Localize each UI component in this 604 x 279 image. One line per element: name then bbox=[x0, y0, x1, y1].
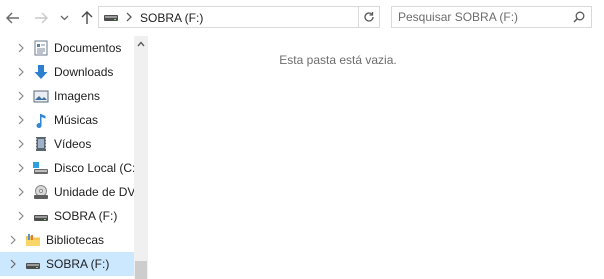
breadcrumb-separator-icon[interactable] bbox=[125, 12, 133, 22]
chevron-up-icon bbox=[137, 41, 145, 47]
local-disk-icon bbox=[33, 162, 48, 174]
scroll-up-button[interactable] bbox=[134, 36, 148, 52]
dvd-drive-icon bbox=[34, 185, 48, 199]
nav-item-label: SOBRA (F:) bbox=[46, 257, 110, 271]
chevron-right-icon[interactable] bbox=[16, 139, 26, 149]
refresh-icon bbox=[364, 12, 374, 22]
nav-item-disco-local[interactable]: Disco Local (C: bbox=[0, 156, 134, 180]
chevron-right-icon[interactable] bbox=[16, 43, 26, 53]
downloads-icon bbox=[34, 65, 48, 79]
chevron-right-icon[interactable] bbox=[16, 67, 26, 77]
arrow-right-icon bbox=[35, 12, 48, 24]
chevron-right-icon[interactable] bbox=[16, 163, 26, 173]
recent-locations-button[interactable] bbox=[57, 9, 71, 27]
usb-drive-icon bbox=[26, 263, 40, 269]
chevron-right-icon[interactable] bbox=[8, 259, 18, 269]
nav-item-bibliotecas[interactable]: Bibliotecas bbox=[0, 228, 134, 252]
libraries-icon bbox=[26, 234, 40, 246]
music-icon bbox=[36, 114, 46, 128]
address-path[interactable]: SOBRA (F:) bbox=[140, 11, 203, 25]
nav-item-label: Músicas bbox=[54, 113, 99, 127]
documents-icon bbox=[34, 40, 48, 56]
nav-item-label: Bibliotecas bbox=[46, 233, 105, 247]
search-box[interactable] bbox=[391, 6, 592, 28]
pictures-icon bbox=[33, 90, 49, 103]
forward-button[interactable] bbox=[32, 9, 50, 27]
nav-item-label: Disco Local (C: bbox=[54, 161, 134, 175]
refresh-button[interactable] bbox=[358, 6, 380, 28]
chevron-right-icon[interactable] bbox=[16, 211, 26, 221]
chevron-right-icon[interactable] bbox=[16, 115, 26, 125]
nav-item-musicas[interactable]: Músicas bbox=[0, 108, 134, 132]
usb-drive-icon bbox=[34, 215, 48, 221]
search-input[interactable] bbox=[398, 9, 564, 25]
nav-item-label: SOBRA (F:) bbox=[54, 209, 118, 223]
nav-item-sobra-selected[interactable]: SOBRA (F:) bbox=[0, 252, 134, 276]
videos-icon bbox=[36, 137, 46, 151]
nav-item-label: Vídeos bbox=[54, 137, 92, 151]
chevron-right-icon[interactable] bbox=[8, 235, 18, 245]
nav-item-label: Unidade de DV bbox=[54, 185, 134, 199]
nav-item-documentos[interactable]: Documentos bbox=[0, 36, 134, 60]
nav-item-label: Downloads bbox=[54, 65, 114, 79]
nav-item-label: Documentos bbox=[54, 41, 122, 55]
nav-item-videos[interactable]: Vídeos bbox=[0, 132, 134, 156]
search-icon[interactable] bbox=[573, 11, 585, 23]
up-button[interactable] bbox=[78, 9, 96, 27]
empty-folder-message: Esta pasta está vazia. bbox=[279, 53, 397, 67]
nav-item-imagens[interactable]: Imagens bbox=[0, 84, 134, 108]
address-bar[interactable]: SOBRA (F:) bbox=[98, 6, 380, 28]
chevron-right-icon[interactable] bbox=[16, 187, 26, 197]
nav-item-sobra-this-pc[interactable]: SOBRA (F:) bbox=[0, 204, 134, 228]
file-list-pane[interactable]: Esta pasta está vazia. bbox=[148, 36, 604, 279]
nav-item-downloads[interactable]: Downloads bbox=[0, 60, 134, 84]
navigation-toolbar: SOBRA (F:) bbox=[0, 0, 604, 36]
arrow-left-icon bbox=[6, 12, 19, 24]
nav-item-unidade-dvd[interactable]: Unidade de DV bbox=[0, 180, 134, 204]
arrow-up-icon bbox=[81, 11, 93, 24]
chevron-down-icon bbox=[60, 15, 68, 21]
navigation-pane-scrollbar[interactable] bbox=[134, 36, 148, 279]
navigation-pane: Documentos Downloads Imagens Músicas Víd… bbox=[0, 36, 148, 279]
back-button[interactable] bbox=[4, 9, 22, 27]
nav-item-label: Imagens bbox=[54, 89, 101, 103]
chevron-right-icon[interactable] bbox=[16, 91, 26, 101]
scroll-thumb[interactable] bbox=[135, 261, 147, 279]
usb-drive-icon bbox=[104, 15, 118, 21]
